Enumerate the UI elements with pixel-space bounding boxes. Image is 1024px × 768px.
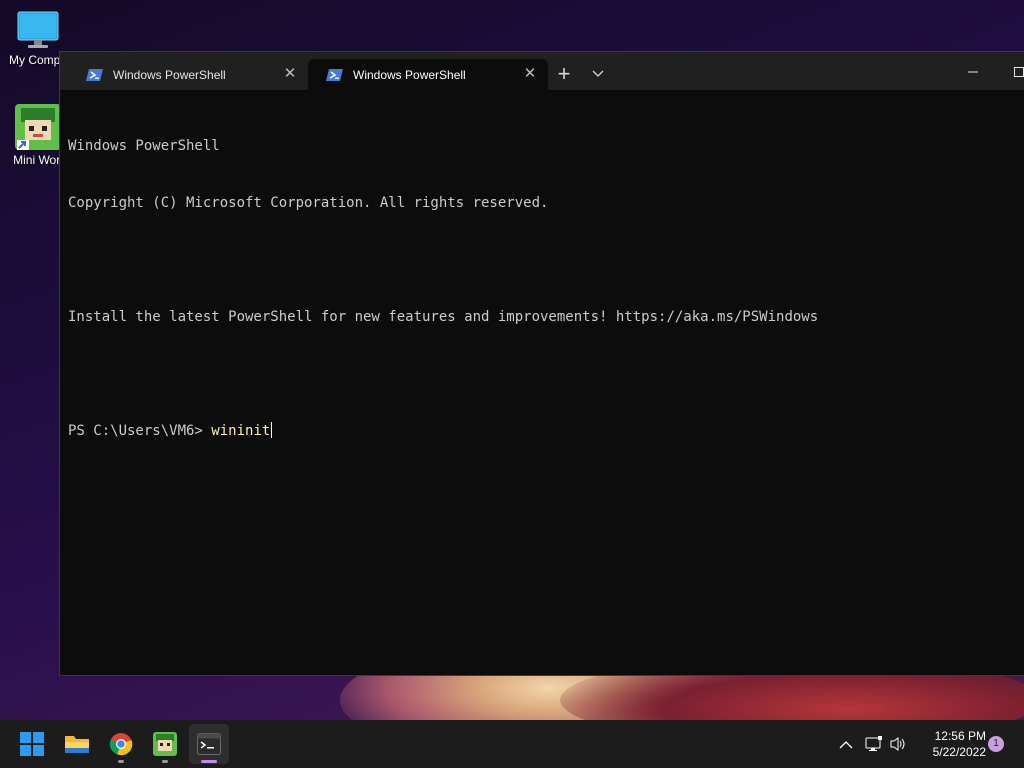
prompt-text: PS C:\Users\VM6> [68,423,212,439]
clock-date: 5/22/2022 [932,745,986,759]
console-line: Windows PowerShell [68,138,220,154]
clock-time: 12:56 PM [934,729,986,743]
tab-powershell-1[interactable]: Windows PowerShell ✕ [68,59,308,90]
running-indicator [118,760,124,763]
monitor-icon [17,11,59,48]
console-output[interactable]: Windows PowerShell Copyright (C) Microso… [68,99,1024,479]
console-line: Install the latest PowerShell for new fe… [68,309,819,325]
maximize-icon [1014,66,1024,77]
chevron-down-icon [592,70,604,77]
terminal-window: Windows PowerShell ✕ Windows PowerShell … [59,51,1024,676]
powershell-icon [326,68,343,81]
terminal-icon [197,733,221,755]
console-line: Copyright (C) Microsoft Corporation. All… [68,195,549,211]
taskbar-chrome[interactable] [101,724,141,764]
close-tab-icon[interactable]: ✕ [522,66,538,82]
close-tab-icon[interactable]: ✕ [282,66,298,82]
volume-button[interactable] [887,720,911,768]
new-tab-button[interactable]: + [548,59,580,89]
running-indicator [201,760,217,763]
chevron-up-icon [839,740,853,748]
taskbar-mini-world[interactable] [145,724,185,764]
command-input[interactable]: wininit [211,423,270,439]
minimize-icon [968,71,978,73]
tab-bar: Windows PowerShell ✕ Windows PowerShell … [60,52,1024,90]
notification-badge[interactable]: 1 [988,736,1004,752]
running-indicator [162,760,168,763]
chrome-icon [109,733,133,756]
file-explorer-icon [65,736,89,753]
maximize-button[interactable] [996,52,1024,90]
start-button[interactable] [12,724,52,764]
mini-world-icon [15,104,61,150]
network-icon [865,736,882,751]
taskbar: 12:56 PM 5/22/2022 [0,720,1024,768]
text-cursor [271,422,273,438]
taskbar-terminal[interactable] [189,724,229,764]
tab-title: Windows PowerShell [113,67,226,82]
volume-icon [890,737,905,751]
minimize-button[interactable] [950,52,996,90]
network-button[interactable] [862,720,886,768]
desktop: My Compu Mini Worl Windows PowerShell ✕ … [0,0,1024,768]
tab-powershell-2[interactable]: Windows PowerShell ✕ [308,59,548,90]
powershell-icon [86,68,103,81]
prompt-line[interactable]: PS C:\Users\VM6> wininit [68,422,1024,441]
taskbar-clock[interactable]: 12:56 PM 5/22/2022 [912,728,986,760]
start-icon [20,732,44,756]
tab-title: Windows PowerShell [353,67,466,82]
mini-world-icon [153,732,177,756]
taskbar-file-explorer[interactable] [57,724,97,764]
show-hidden-icons-button[interactable] [834,720,858,768]
tab-dropdown-button[interactable] [582,59,614,89]
